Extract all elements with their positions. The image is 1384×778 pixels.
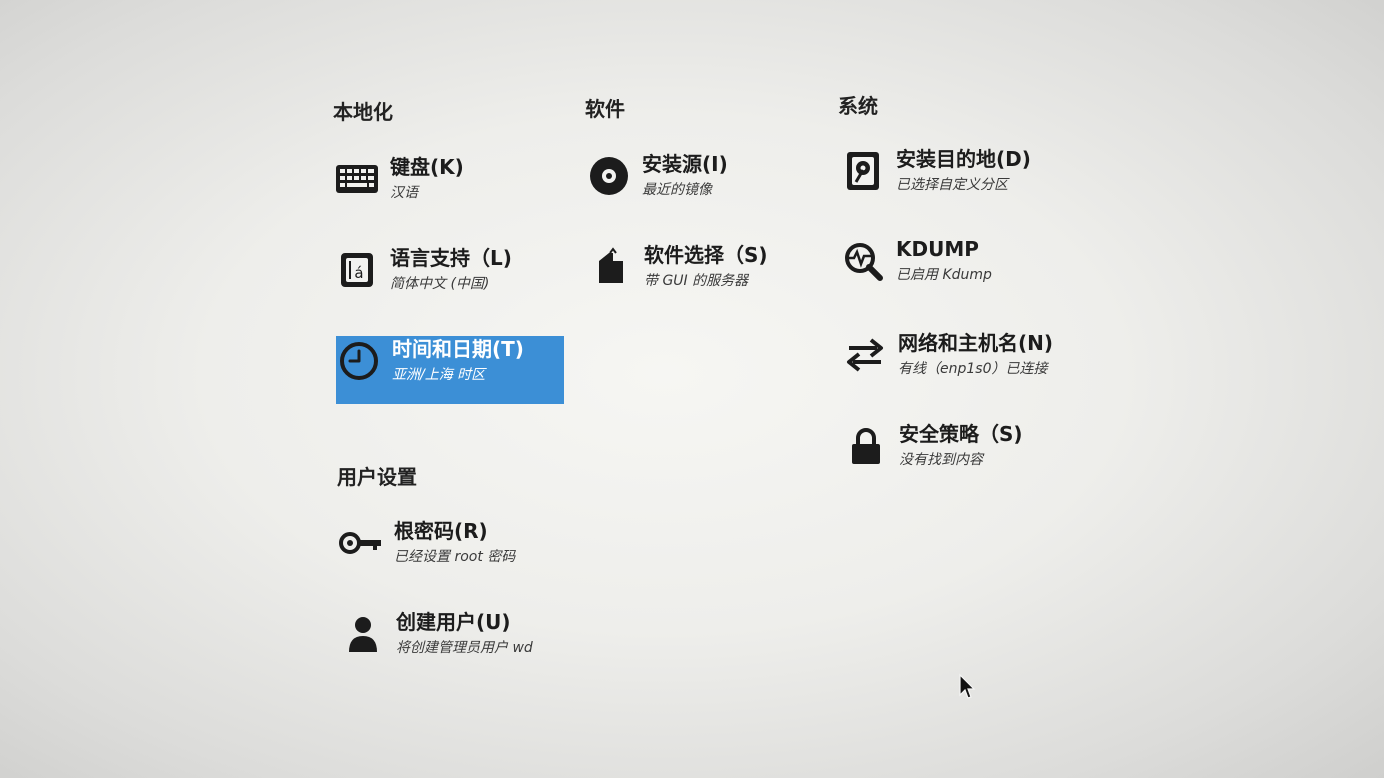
language-icon: á: [334, 247, 380, 293]
software-selection-status: 带 GUI 的服务器: [644, 273, 749, 289]
clock-icon: [336, 338, 382, 384]
mouse-pointer-icon: [959, 673, 976, 699]
network-hostname-status: 有线（enp1s0）已连接: [898, 361, 1048, 377]
keyboard-status: 汉语: [390, 185, 418, 201]
keyboard-icon: [334, 156, 380, 202]
section-title-localization: 本地化: [333, 100, 393, 124]
disc-icon: [586, 153, 632, 199]
svg-text:á: á: [354, 264, 363, 282]
create-user-status: 将创建管理员用户 wd: [396, 640, 533, 656]
kdump-status: 已启用 Kdump: [896, 267, 992, 283]
section-title-system: 系统: [838, 94, 878, 118]
keyboard-title: 键盘(K): [390, 155, 464, 179]
root-password-spoke[interactable]: 根密码(R) 已经设置 root 密码: [338, 518, 558, 586]
package-icon: [588, 244, 634, 290]
keyboard-spoke[interactable]: 键盘(K) 汉语: [334, 154, 564, 222]
network-arrows-icon: [842, 332, 888, 378]
security-policy-status: 没有找到内容: [899, 452, 983, 468]
installation-destination-spoke[interactable]: 安装目的地(D) 已选择自定义分区: [840, 146, 1080, 214]
lock-icon: [843, 423, 889, 469]
security-policy-title: 安全策略（S): [899, 422, 1023, 446]
software-selection-title: 软件选择（S): [644, 243, 768, 267]
language-title: 语言支持（L): [390, 246, 512, 270]
language-support-spoke[interactable]: á 语言支持（L) 简体中文 (中国): [334, 245, 564, 313]
software-selection-spoke[interactable]: 软件选择（S) 带 GUI 的服务器: [588, 242, 818, 310]
installation-source-title: 安装源(I): [642, 152, 728, 176]
root-password-title: 根密码(R): [394, 519, 488, 543]
installation-destination-status: 已选择自定义分区: [896, 177, 1008, 193]
network-hostname-spoke[interactable]: 网络和主机名(N) 有线（enp1s0）已连接: [842, 330, 1082, 398]
datetime-title: 时间和日期(T): [392, 337, 524, 361]
section-title-software: 软件: [585, 97, 625, 121]
section-title-user-settings: 用户设置: [337, 465, 417, 489]
create-user-spoke[interactable]: 创建用户(U) 将创建管理员用户 wd: [340, 609, 570, 677]
kdump-search-icon: [840, 238, 886, 284]
installation-source-spoke[interactable]: 安装源(I) 最近的镜像: [586, 151, 806, 219]
datetime-spoke[interactable]: 时间和日期(T) 亚洲/上海 时区: [336, 336, 564, 404]
create-user-title: 创建用户(U): [396, 610, 511, 634]
root-password-status: 已经设置 root 密码: [394, 549, 516, 565]
datetime-status: 亚洲/上海 时区: [392, 367, 486, 383]
disk-icon: [840, 148, 886, 194]
user-icon: [340, 611, 386, 657]
kdump-title: KDUMP: [896, 237, 979, 261]
installation-source-status: 最近的镜像: [642, 182, 712, 198]
kdump-spoke[interactable]: KDUMP 已启用 Kdump: [840, 236, 1060, 304]
key-icon: [338, 520, 384, 566]
language-status: 简体中文 (中国): [390, 276, 490, 292]
installation-destination-title: 安装目的地(D): [896, 147, 1031, 171]
network-hostname-title: 网络和主机名(N): [898, 331, 1054, 355]
security-policy-spoke[interactable]: 安全策略（S) 没有找到内容: [843, 421, 1073, 489]
